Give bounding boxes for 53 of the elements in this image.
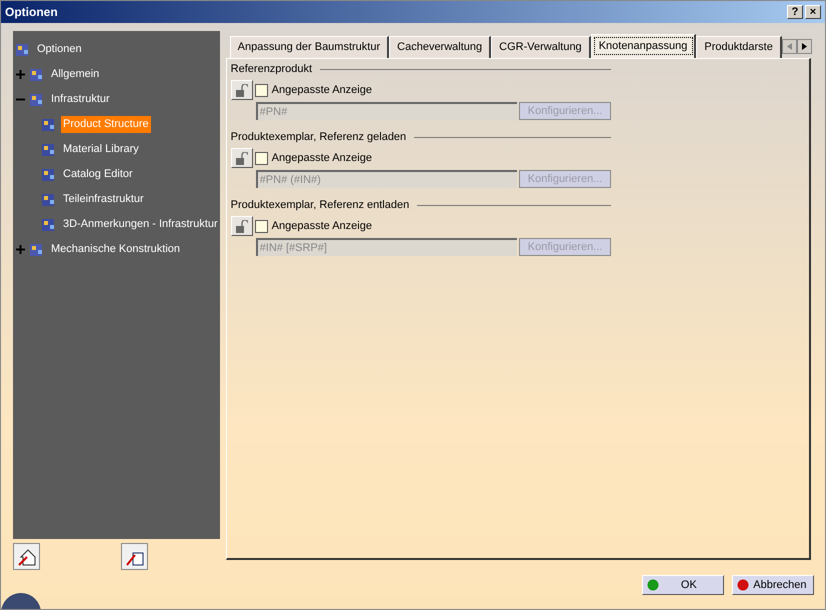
lock-button[interactable] bbox=[230, 216, 253, 236]
tree-item[interactable]: Optionen bbox=[35, 41, 84, 58]
close-button[interactable]: × bbox=[805, 5, 821, 19]
ok-icon bbox=[646, 579, 659, 591]
window-title: Optionen bbox=[5, 4, 58, 21]
node-icon bbox=[29, 66, 45, 82]
cancel-icon bbox=[736, 579, 749, 591]
tab[interactable]: Anpassung der Baumstruktur bbox=[230, 36, 390, 58]
node-icon bbox=[29, 242, 45, 258]
tree-item[interactable]: Teileinfrastruktur bbox=[61, 191, 146, 208]
padlock-icon bbox=[236, 84, 248, 96]
left-arrow-icon bbox=[786, 43, 792, 50]
checkbox[interactable] bbox=[254, 152, 268, 164]
tab[interactable]: Knotenanpassung bbox=[590, 34, 696, 58]
section-title: Produktexemplar, Referenz geladen bbox=[230, 130, 406, 145]
tree-item[interactable]: Allgemein bbox=[49, 66, 102, 83]
tree-item[interactable]: Infrastruktur bbox=[49, 91, 112, 108]
node-icon bbox=[41, 216, 57, 232]
tree-item[interactable]: Mechanische Konstruktion bbox=[49, 241, 182, 258]
house-icon bbox=[16, 546, 36, 566]
padlock-icon bbox=[236, 220, 248, 232]
section-title: Referenzprodukt bbox=[230, 62, 312, 77]
export-button[interactable] bbox=[121, 543, 148, 570]
padlock-icon bbox=[236, 152, 248, 164]
scroll-left-button[interactable] bbox=[782, 39, 797, 54]
checkbox-label: Angepasste Anzeige bbox=[272, 218, 372, 234]
lock-button[interactable] bbox=[230, 148, 253, 168]
tree-item[interactable]: 3D-Anmerkungen - Infrastruktur bbox=[61, 216, 220, 233]
node-icon bbox=[29, 92, 45, 108]
tree-item[interactable]: Material Library bbox=[61, 141, 141, 158]
checkbox[interactable] bbox=[254, 220, 268, 232]
checkbox-label: Angepasste Anzeige bbox=[272, 82, 372, 98]
checkbox-label: Angepasste Anzeige bbox=[272, 150, 372, 166]
node-icon bbox=[15, 42, 31, 58]
reset-button[interactable] bbox=[13, 543, 40, 570]
node-icon bbox=[41, 142, 57, 158]
tab[interactable]: Cacheverwaltung bbox=[389, 36, 492, 58]
checkbox[interactable] bbox=[254, 84, 268, 96]
node-icon bbox=[41, 166, 57, 182]
cancel-button[interactable]: Abbrechen bbox=[732, 575, 814, 595]
tab[interactable]: CGR-Verwaltung bbox=[491, 36, 591, 58]
expand-icon[interactable] bbox=[16, 70, 25, 79]
help-button[interactable]: ? bbox=[787, 5, 803, 19]
expand-icon[interactable] bbox=[16, 245, 25, 254]
tree-item[interactable]: Catalog Editor bbox=[61, 166, 135, 183]
node-icon bbox=[41, 192, 57, 208]
lock-button[interactable] bbox=[230, 80, 253, 100]
section-title: Produktexemplar, Referenz entladen bbox=[230, 198, 410, 213]
tab[interactable]: Produktdarste bbox=[696, 36, 782, 58]
node-icon bbox=[41, 116, 57, 132]
ok-button[interactable]: OK bbox=[642, 575, 724, 595]
right-arrow-icon bbox=[802, 43, 807, 50]
scroll-right-button[interactable] bbox=[796, 39, 812, 54]
